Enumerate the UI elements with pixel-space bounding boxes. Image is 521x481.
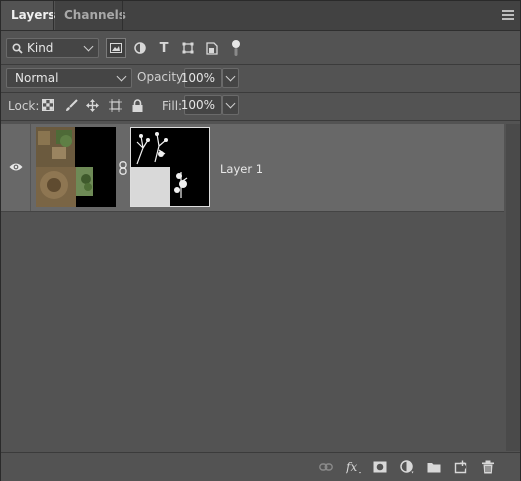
opacity-value: 100%: [180, 71, 215, 85]
pixel-layer-filter-icon[interactable]: [106, 38, 126, 58]
lock-image-pixels-icon[interactable]: [61, 95, 81, 115]
smart-object-filter-icon[interactable]: [202, 38, 222, 58]
filter-kind-select[interactable]: Kind: [6, 38, 99, 58]
chevron-down-icon: [225, 98, 236, 109]
fill-dropdown-button[interactable]: [222, 95, 239, 115]
layer-mask-thumbnail[interactable]: [130, 127, 210, 207]
new-group-folder-icon[interactable]: [427, 460, 441, 474]
lock-transparent-pixels-icon[interactable]: [38, 95, 58, 115]
svg-text:fx: fx: [346, 460, 357, 474]
tab-channels[interactable]: Channels: [54, 1, 126, 30]
divider: [1, 64, 520, 65]
divider: [1, 120, 520, 121]
layer-row[interactable]: Layer 1: [1, 124, 504, 212]
chevron-down-icon: [225, 71, 236, 82]
opacity-input[interactable]: 100%: [180, 68, 222, 88]
panel-menu-icon[interactable]: [502, 10, 514, 20]
layers-panel: Layers Channels Kind T Normal Opacity: 1…: [0, 0, 521, 481]
search-icon: [12, 43, 23, 54]
new-adjustment-layer-icon[interactable]: [400, 460, 414, 474]
tab-layers[interactable]: Layers: [1, 1, 55, 30]
type-layer-filter-icon[interactable]: T: [154, 38, 174, 58]
divider: [1, 92, 520, 93]
blend-mode-value: Normal: [15, 71, 59, 85]
delete-layer-trash-icon[interactable]: [481, 460, 495, 474]
opacity-dropdown-button[interactable]: [222, 68, 239, 88]
add-mask-icon[interactable]: [373, 460, 387, 474]
adjustment-layer-filter-icon[interactable]: [130, 38, 150, 58]
scrollbar-track[interactable]: [506, 124, 520, 451]
fill-value: 100%: [180, 98, 215, 112]
visibility-toggle[interactable]: [1, 124, 31, 211]
filter-toggle-icon[interactable]: [226, 38, 246, 58]
lock-label: Lock:: [8, 99, 40, 113]
layer-name[interactable]: Layer 1: [220, 162, 263, 176]
layer-style-fx-icon[interactable]: fx: [346, 460, 362, 474]
blend-mode-select[interactable]: Normal: [6, 68, 132, 88]
mask-link-icon[interactable]: [119, 161, 127, 175]
layer-thumbnail[interactable]: [36, 127, 116, 207]
eye-icon: [9, 163, 23, 171]
bottom-toolbar: fx: [1, 452, 520, 481]
opacity-label: Opacity:: [137, 70, 187, 84]
lock-position-icon[interactable]: [82, 95, 102, 115]
fill-label: Fill:: [162, 99, 183, 113]
link-layers-icon[interactable]: [319, 460, 333, 474]
chevron-down-icon: [116, 71, 127, 82]
chevron-down-icon: [83, 41, 94, 52]
tab-bar: Layers Channels: [1, 1, 520, 31]
lock-all-icon[interactable]: [127, 95, 147, 115]
lock-artboard-icon[interactable]: [105, 95, 125, 115]
filter-kind-label: Kind: [27, 41, 54, 55]
new-layer-icon[interactable]: [454, 460, 468, 474]
shape-layer-filter-icon[interactable]: [178, 38, 198, 58]
fill-input[interactable]: 100%: [180, 95, 222, 115]
tab-divider: [122, 1, 123, 30]
